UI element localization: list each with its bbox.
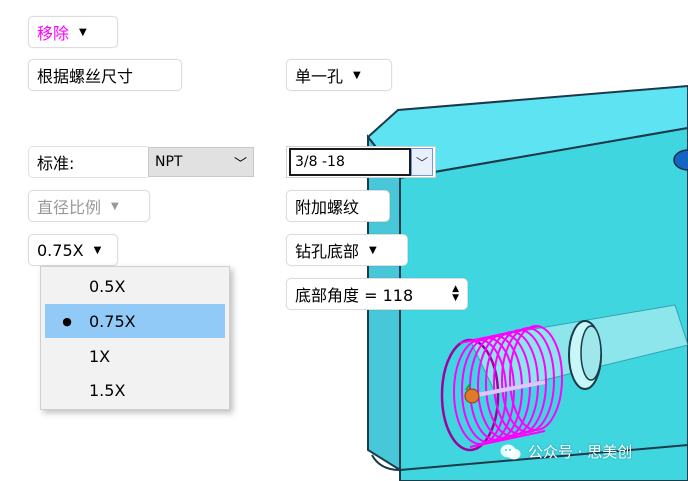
menu-item-1x[interactable]: 1X bbox=[45, 339, 225, 373]
thread-spec-input[interactable]: 3/8 -18 bbox=[289, 148, 411, 176]
thread-spec-combobox[interactable]: 3/8 -18 ﹀ bbox=[286, 146, 436, 178]
spinner-arrows-icon[interactable]: ▲ ▼ bbox=[452, 285, 459, 303]
menu-item-label: 0.5X bbox=[89, 276, 126, 296]
bottom-angle-label: 底部角度 = 118 bbox=[295, 286, 414, 305]
standard-value: NPT bbox=[155, 154, 183, 170]
menu-item-label: 0.75X bbox=[89, 311, 136, 331]
ratio-value: 0.75X bbox=[37, 240, 84, 260]
menu-item-label: 1X bbox=[89, 346, 111, 366]
thread-size-label: 根据螺丝尺寸 bbox=[37, 67, 134, 86]
chevron-down-icon: ▼ bbox=[369, 244, 377, 256]
ratio-dropdown[interactable]: 0.75X ▼ bbox=[28, 234, 118, 266]
add-thread-button[interactable]: 附加螺纹 bbox=[286, 190, 390, 222]
menu-item-0-75x[interactable]: ● 0.75X bbox=[45, 304, 225, 338]
standard-select[interactable]: NPT ﹀ bbox=[148, 147, 254, 177]
ratio-dropdown-menu: 0.5X ● 0.75X 1X 1.5X bbox=[40, 266, 230, 410]
chevron-down-icon: ▼ bbox=[79, 26, 87, 38]
menu-item-0-5x[interactable]: 0.5X bbox=[45, 269, 225, 303]
add-thread-label: 附加螺纹 bbox=[295, 198, 360, 217]
remove-dropdown[interactable]: 移除 ▼ bbox=[28, 16, 118, 48]
watermark-text: 公众号 · 思美创 bbox=[528, 443, 633, 461]
hole-origin-marker[interactable] bbox=[464, 388, 480, 404]
diameter-ratio-dropdown[interactable]: 直径比例 ▼ bbox=[28, 190, 150, 222]
watermark: 公众号 · 思美创 bbox=[500, 441, 632, 462]
bore-ring-inner bbox=[580, 325, 602, 381]
chevron-down-icon: ▼ bbox=[111, 200, 119, 212]
wechat-logo-icon bbox=[500, 444, 521, 459]
thread-size-button[interactable]: 根据螺丝尺寸 bbox=[28, 59, 182, 91]
thread-spec-dropdown-button[interactable]: ﹀ bbox=[411, 148, 433, 176]
chevron-down-icon: ▼ bbox=[353, 69, 361, 81]
remove-label: 移除 bbox=[37, 24, 70, 43]
hole-type-label: 单一孔 bbox=[295, 67, 344, 86]
drill-bottom-label: 钻孔底部 bbox=[295, 242, 360, 261]
bottom-angle-spinner[interactable]: 底部角度 = 118 ▲ ▼ bbox=[286, 278, 468, 310]
standard-label-box: 标准: bbox=[28, 146, 148, 178]
menu-item-label: 1.5X bbox=[89, 380, 126, 400]
standard-label: 标准: bbox=[37, 154, 75, 173]
chevron-down-icon: ﹀ bbox=[415, 155, 428, 170]
thread-spec-value: 3/8 -18 bbox=[295, 154, 345, 170]
diameter-ratio-label: 直径比例 bbox=[37, 198, 102, 217]
hole-type-dropdown[interactable]: 单一孔 ▼ bbox=[286, 59, 392, 91]
drill-bottom-dropdown[interactable]: 钻孔底部 ▼ bbox=[286, 234, 408, 266]
menu-item-1-5x[interactable]: 1.5X bbox=[45, 373, 225, 407]
selected-bullet-icon: ● bbox=[62, 314, 72, 328]
chevron-down-icon: ﹀ bbox=[233, 156, 247, 172]
chevron-down-icon: ▼ bbox=[93, 244, 102, 256]
